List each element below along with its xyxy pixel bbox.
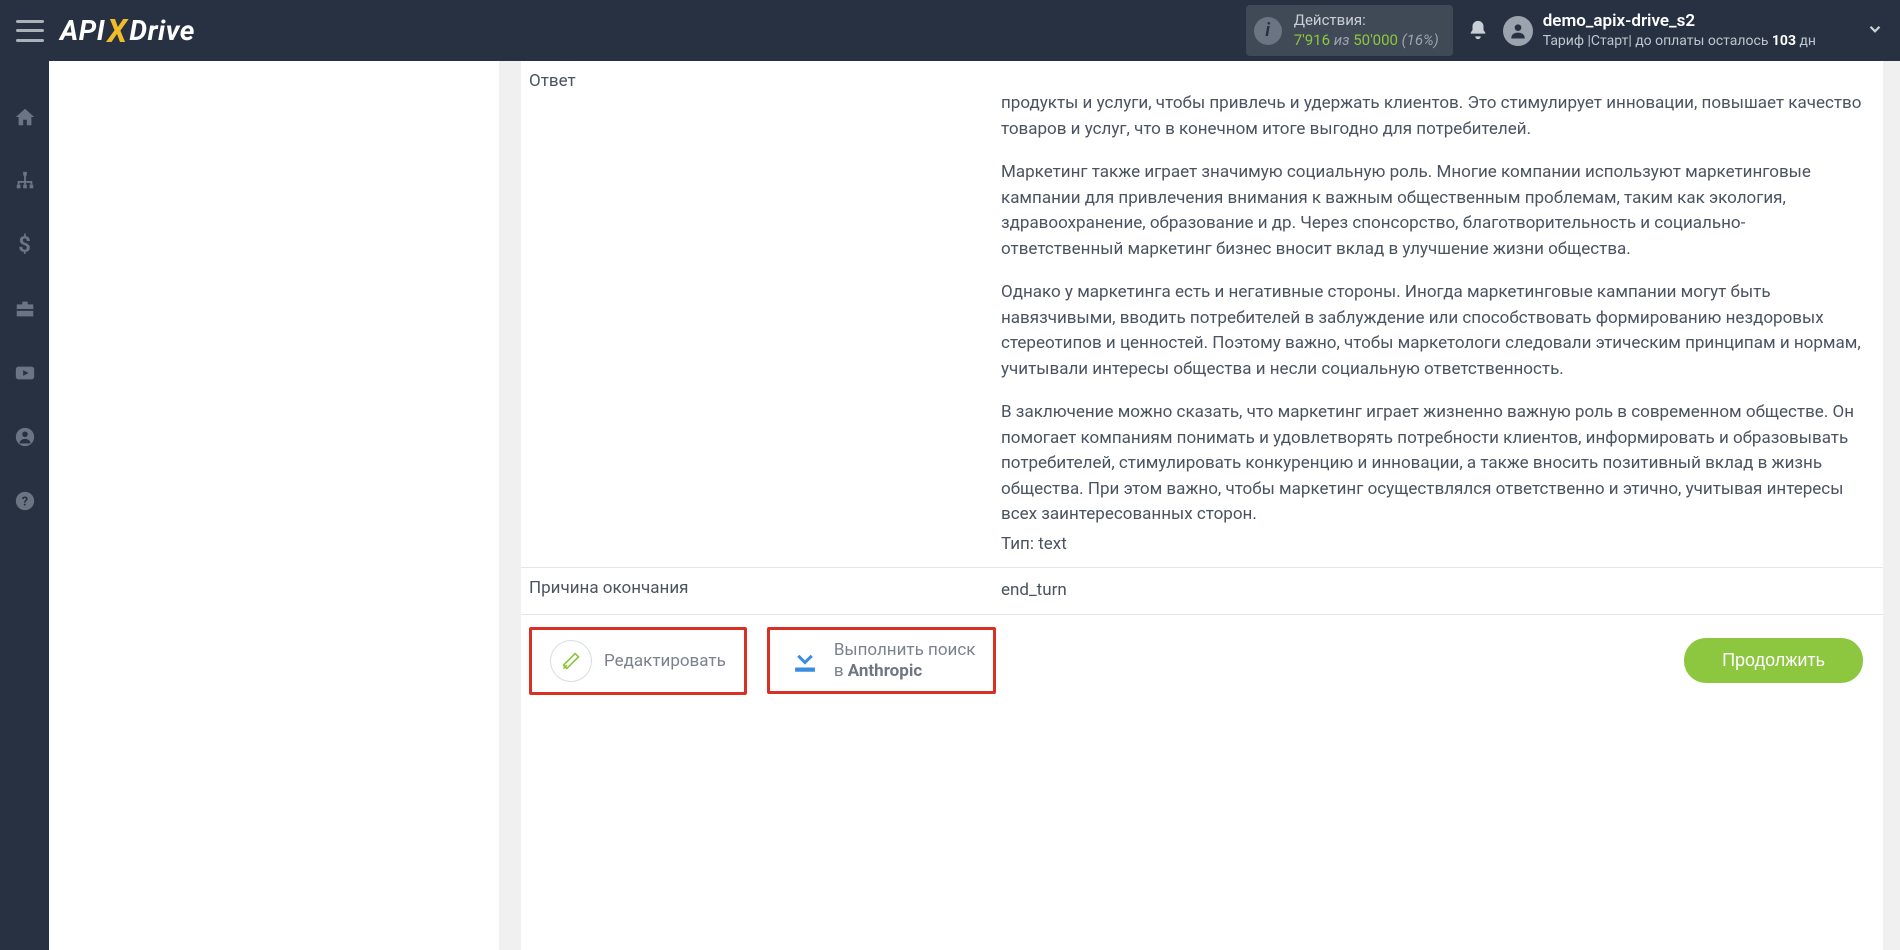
download-icon <box>788 642 822 680</box>
continue-button[interactable]: Продолжить <box>1684 638 1863 683</box>
row-answer: Ответ продукты и услуги, чтобы привлечь … <box>521 61 1883 568</box>
footer-actions: Редактировать Выполнить поиск в Anthropi… <box>521 615 1883 715</box>
tariff-days: 103 <box>1772 33 1796 49</box>
header-right: i Действия: 7'916 из 50'000 (16%) demo_a… <box>1246 5 1884 56</box>
menu-toggle-button[interactable] <box>16 20 44 42</box>
answer-p3: Однако у маркетинга есть и негативные ст… <box>1001 280 1863 382</box>
answer-p1: продукты и услуги, чтобы привлечь и удер… <box>1001 91 1863 142</box>
logo-api: API <box>60 14 105 47</box>
nav-video[interactable] <box>0 353 49 393</box>
edit-button[interactable]: Редактировать <box>529 627 747 695</box>
logo-x: X <box>107 12 127 50</box>
user-text: demo_apix-drive_s2 Тариф |Старт| до опла… <box>1543 10 1816 50</box>
row-reason: Причина окончания end_turn <box>521 568 1883 615</box>
actions-counter[interactable]: i Действия: 7'916 из 50'000 (16%) <box>1246 5 1453 56</box>
chevron-down-icon[interactable] <box>1866 20 1884 42</box>
svg-text:?: ? <box>21 495 27 510</box>
edit-label: Редактировать <box>604 651 726 671</box>
answer-value: продукты и услуги, чтобы привлечь и удер… <box>1001 61 1883 567</box>
actions-pct: (16%) <box>1398 31 1439 49</box>
topbar: API X Drive i Действия: 7'916 из 50'000 … <box>0 0 1900 61</box>
nav-connections[interactable] <box>0 161 49 201</box>
search-anthropic-button[interactable]: Выполнить поиск в Anthropic <box>767 627 997 694</box>
username: demo_apix-drive_s2 <box>1543 10 1816 32</box>
actions-stats: 7'916 из 50'000 (16%) <box>1294 31 1439 51</box>
search-line2: в Anthropic <box>834 661 976 681</box>
answer-label: Ответ <box>521 61 1001 567</box>
tariff-prefix: Тариф |Старт| до оплаты осталось <box>1543 33 1772 49</box>
actions-total: 50'000 <box>1353 31 1398 49</box>
search-line1: Выполнить поиск <box>834 640 976 660</box>
nav-account[interactable] <box>0 417 49 457</box>
bell-icon[interactable] <box>1467 19 1489 43</box>
answer-p2: Маркетинг также играет значимую социальн… <box>1001 160 1863 262</box>
nav-help[interactable]: ? <box>0 481 49 521</box>
info-icon: i <box>1254 17 1282 45</box>
tariff-line: Тариф |Старт| до оплаты осталось 103 дн <box>1543 32 1816 50</box>
nav-briefcase[interactable] <box>0 289 49 329</box>
logo-drive: Drive <box>129 14 195 47</box>
answer-p4: В заключение можно сказать, что маркетин… <box>1001 400 1863 528</box>
tariff-suffix: дн <box>1796 33 1816 49</box>
avatar-icon <box>1503 16 1533 46</box>
sidebar: $ ? <box>0 61 49 950</box>
nav-home[interactable] <box>0 97 49 137</box>
user-menu[interactable]: demo_apix-drive_s2 Тариф |Старт| до опла… <box>1503 10 1884 50</box>
logo[interactable]: API X Drive <box>60 12 195 50</box>
search-label: Выполнить поиск в Anthropic <box>834 640 976 681</box>
answer-type: Тип: text <box>1001 532 1863 558</box>
nav-billing[interactable]: $ <box>0 225 49 265</box>
actions-of: из <box>1330 31 1353 49</box>
workspace: Ответ продукты и услуги, чтобы привлечь … <box>49 61 1900 950</box>
reason-label: Причина окончания <box>521 568 1001 614</box>
main-panel: Ответ продукты и услуги, чтобы привлечь … <box>521 61 1883 950</box>
actions-label: Действия: <box>1294 11 1439 31</box>
left-panel <box>49 61 499 950</box>
reason-value: end_turn <box>1001 568 1883 614</box>
actions-text: Действия: 7'916 из 50'000 (16%) <box>1294 11 1439 50</box>
actions-used: 7'916 <box>1294 31 1330 49</box>
pencil-icon <box>550 640 592 682</box>
